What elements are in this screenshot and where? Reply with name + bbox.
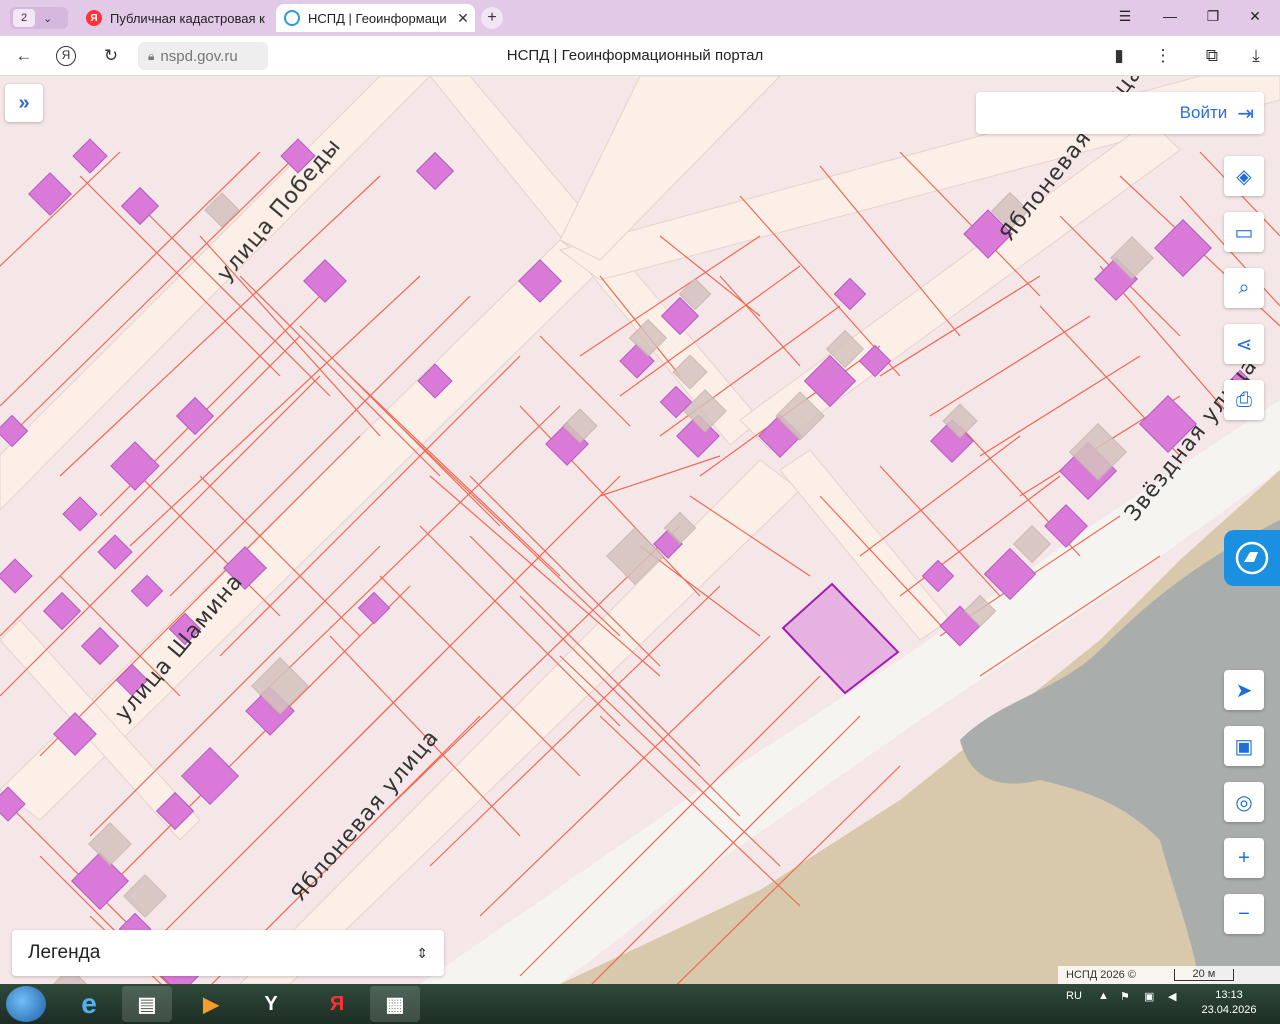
print-button[interactable]: ⎙ (1224, 380, 1264, 420)
login-label: Войти (1179, 103, 1228, 122)
lock-icon: 🔒︎ (148, 48, 155, 63)
image-viewer-icon[interactable]: ▦ (370, 986, 420, 1022)
minimap-icon: ▣ (1234, 735, 1254, 758)
login-button[interactable]: Войти ⇥ (976, 92, 1264, 134)
start-button[interactable] (6, 986, 46, 1022)
feedback-icon (1235, 541, 1269, 575)
internet-explorer-icon[interactable]: e (64, 986, 114, 1022)
bookmark-icon[interactable]: ▮ (1107, 44, 1131, 68)
tab-count: 2 (13, 9, 35, 27)
attribution-text: НСПД 2026 © (1066, 969, 1136, 981)
minimize-icon[interactable]: — (1155, 8, 1185, 28)
page-title: НСПД | Геоинформационный портал (506, 47, 764, 64)
share-icon: ⋖ (1235, 333, 1253, 356)
clock[interactable]: 13:13 23.04.2026 (1196, 988, 1262, 1018)
more-icon[interactable]: ⋮ (1151, 44, 1175, 68)
tab-counter-button[interactable]: 2 ⌄ (10, 7, 68, 29)
search-location-button[interactable]: ◎ (1224, 782, 1264, 822)
nspd-favicon-icon (284, 10, 300, 26)
close-tab-icon[interactable]: ✕ (455, 10, 471, 27)
network-icon[interactable]: ▣ (1144, 990, 1154, 1003)
browser-tab-strip: 2 ⌄ Я Публичная кадастровая к НСПД | Гео… (0, 0, 1280, 36)
select-area-button[interactable]: ⌕ (1224, 268, 1264, 308)
browser-toolbar: ← Я ↻ 🔒︎ nspd.gov.ru НСПД | Геоинформаци… (0, 36, 1280, 76)
new-tab-button[interactable]: + (481, 7, 503, 29)
chevron-down-icon: ⌄ (43, 12, 53, 25)
tab-title: НСПД | Геоинформаци (308, 10, 447, 26)
navigation-arrow-icon: ➤ (1235, 679, 1253, 702)
address-bar[interactable]: 🔒︎ nspd.gov.ru (138, 42, 268, 70)
menu-icon[interactable]: ☰ (1110, 8, 1140, 28)
plus-icon: + (1238, 846, 1250, 869)
url-text: nspd.gov.ru (160, 47, 238, 65)
search-location-icon: ◎ (1235, 791, 1253, 814)
reload-icon[interactable]: ↻ (99, 44, 123, 68)
legend-label: Легенда (28, 942, 101, 963)
windows-taskbar: e ▤ ▶ Y Я ▦ RU ▲ ⚑ ▣ ◀ 13:13 23.04.2026 (0, 984, 1280, 1024)
share-button[interactable]: ⋖ (1224, 324, 1264, 364)
expand-panel-button[interactable]: » (5, 84, 43, 122)
yandex-browser-icon[interactable]: Y (246, 986, 296, 1022)
legend-panel[interactable]: Легенда ⇕ (12, 930, 444, 976)
tab-nspd[interactable]: НСПД | Геоинформаци ✕ (276, 4, 475, 32)
feedback-button[interactable] (1224, 530, 1280, 586)
minus-icon: − (1238, 902, 1250, 925)
close-window-icon[interactable]: ✕ (1240, 8, 1270, 28)
login-icon: ⇥ (1237, 102, 1254, 125)
map-canvas[interactable]: улица Победы Яблоневая улица улица Шамин… (0, 76, 1280, 984)
map-attribution: НСПД 2026 © 20 м (1058, 966, 1280, 984)
layers-button[interactable]: ◈ (1224, 156, 1264, 196)
expand-collapse-icon[interactable]: ⇕ (416, 945, 428, 962)
scale-bar: 20 м (1173, 969, 1234, 981)
language-indicator[interactable]: RU (1066, 990, 1082, 1002)
flag-icon[interactable]: ⚑ (1120, 990, 1130, 1003)
time: 13:13 (1215, 989, 1243, 1001)
zoom-in-button[interactable]: + (1224, 838, 1264, 878)
tab-cadastral-map[interactable]: Я Публичная кадастровая к (78, 4, 268, 32)
yandex-icon[interactable]: Я (312, 986, 362, 1022)
volume-icon[interactable]: ◀ (1168, 990, 1176, 1003)
file-explorer-icon[interactable]: ▤ (122, 986, 172, 1022)
back-icon[interactable]: ← (12, 44, 36, 68)
ruler-icon: ▭ (1234, 221, 1254, 244)
minimap-button[interactable]: ▣ (1224, 726, 1264, 766)
select-area-icon: ⌕ (1238, 276, 1250, 299)
restore-icon[interactable]: ❐ (1198, 8, 1228, 28)
date: 23.04.2026 (1201, 1004, 1257, 1016)
cadastral-map-svg (0, 76, 1280, 984)
print-icon: ⎙ (1236, 388, 1252, 411)
extensions-icon[interactable]: ⧉ (1200, 44, 1224, 68)
layers-icon: ◈ (1236, 165, 1252, 188)
zoom-out-button[interactable]: − (1224, 894, 1264, 934)
yandex-favicon-icon: Я (86, 10, 102, 26)
measure-button[interactable]: ▭ (1224, 212, 1264, 252)
downloads-icon[interactable]: ⤓ (1244, 44, 1268, 68)
arrow-up-icon[interactable]: ▲ (1098, 990, 1109, 1002)
media-player-icon[interactable]: ▶ (186, 986, 236, 1022)
yandex-icon[interactable]: Я (56, 46, 76, 66)
tab-title: Публичная кадастровая к (110, 10, 265, 26)
locate-button[interactable]: ➤ (1224, 670, 1264, 710)
